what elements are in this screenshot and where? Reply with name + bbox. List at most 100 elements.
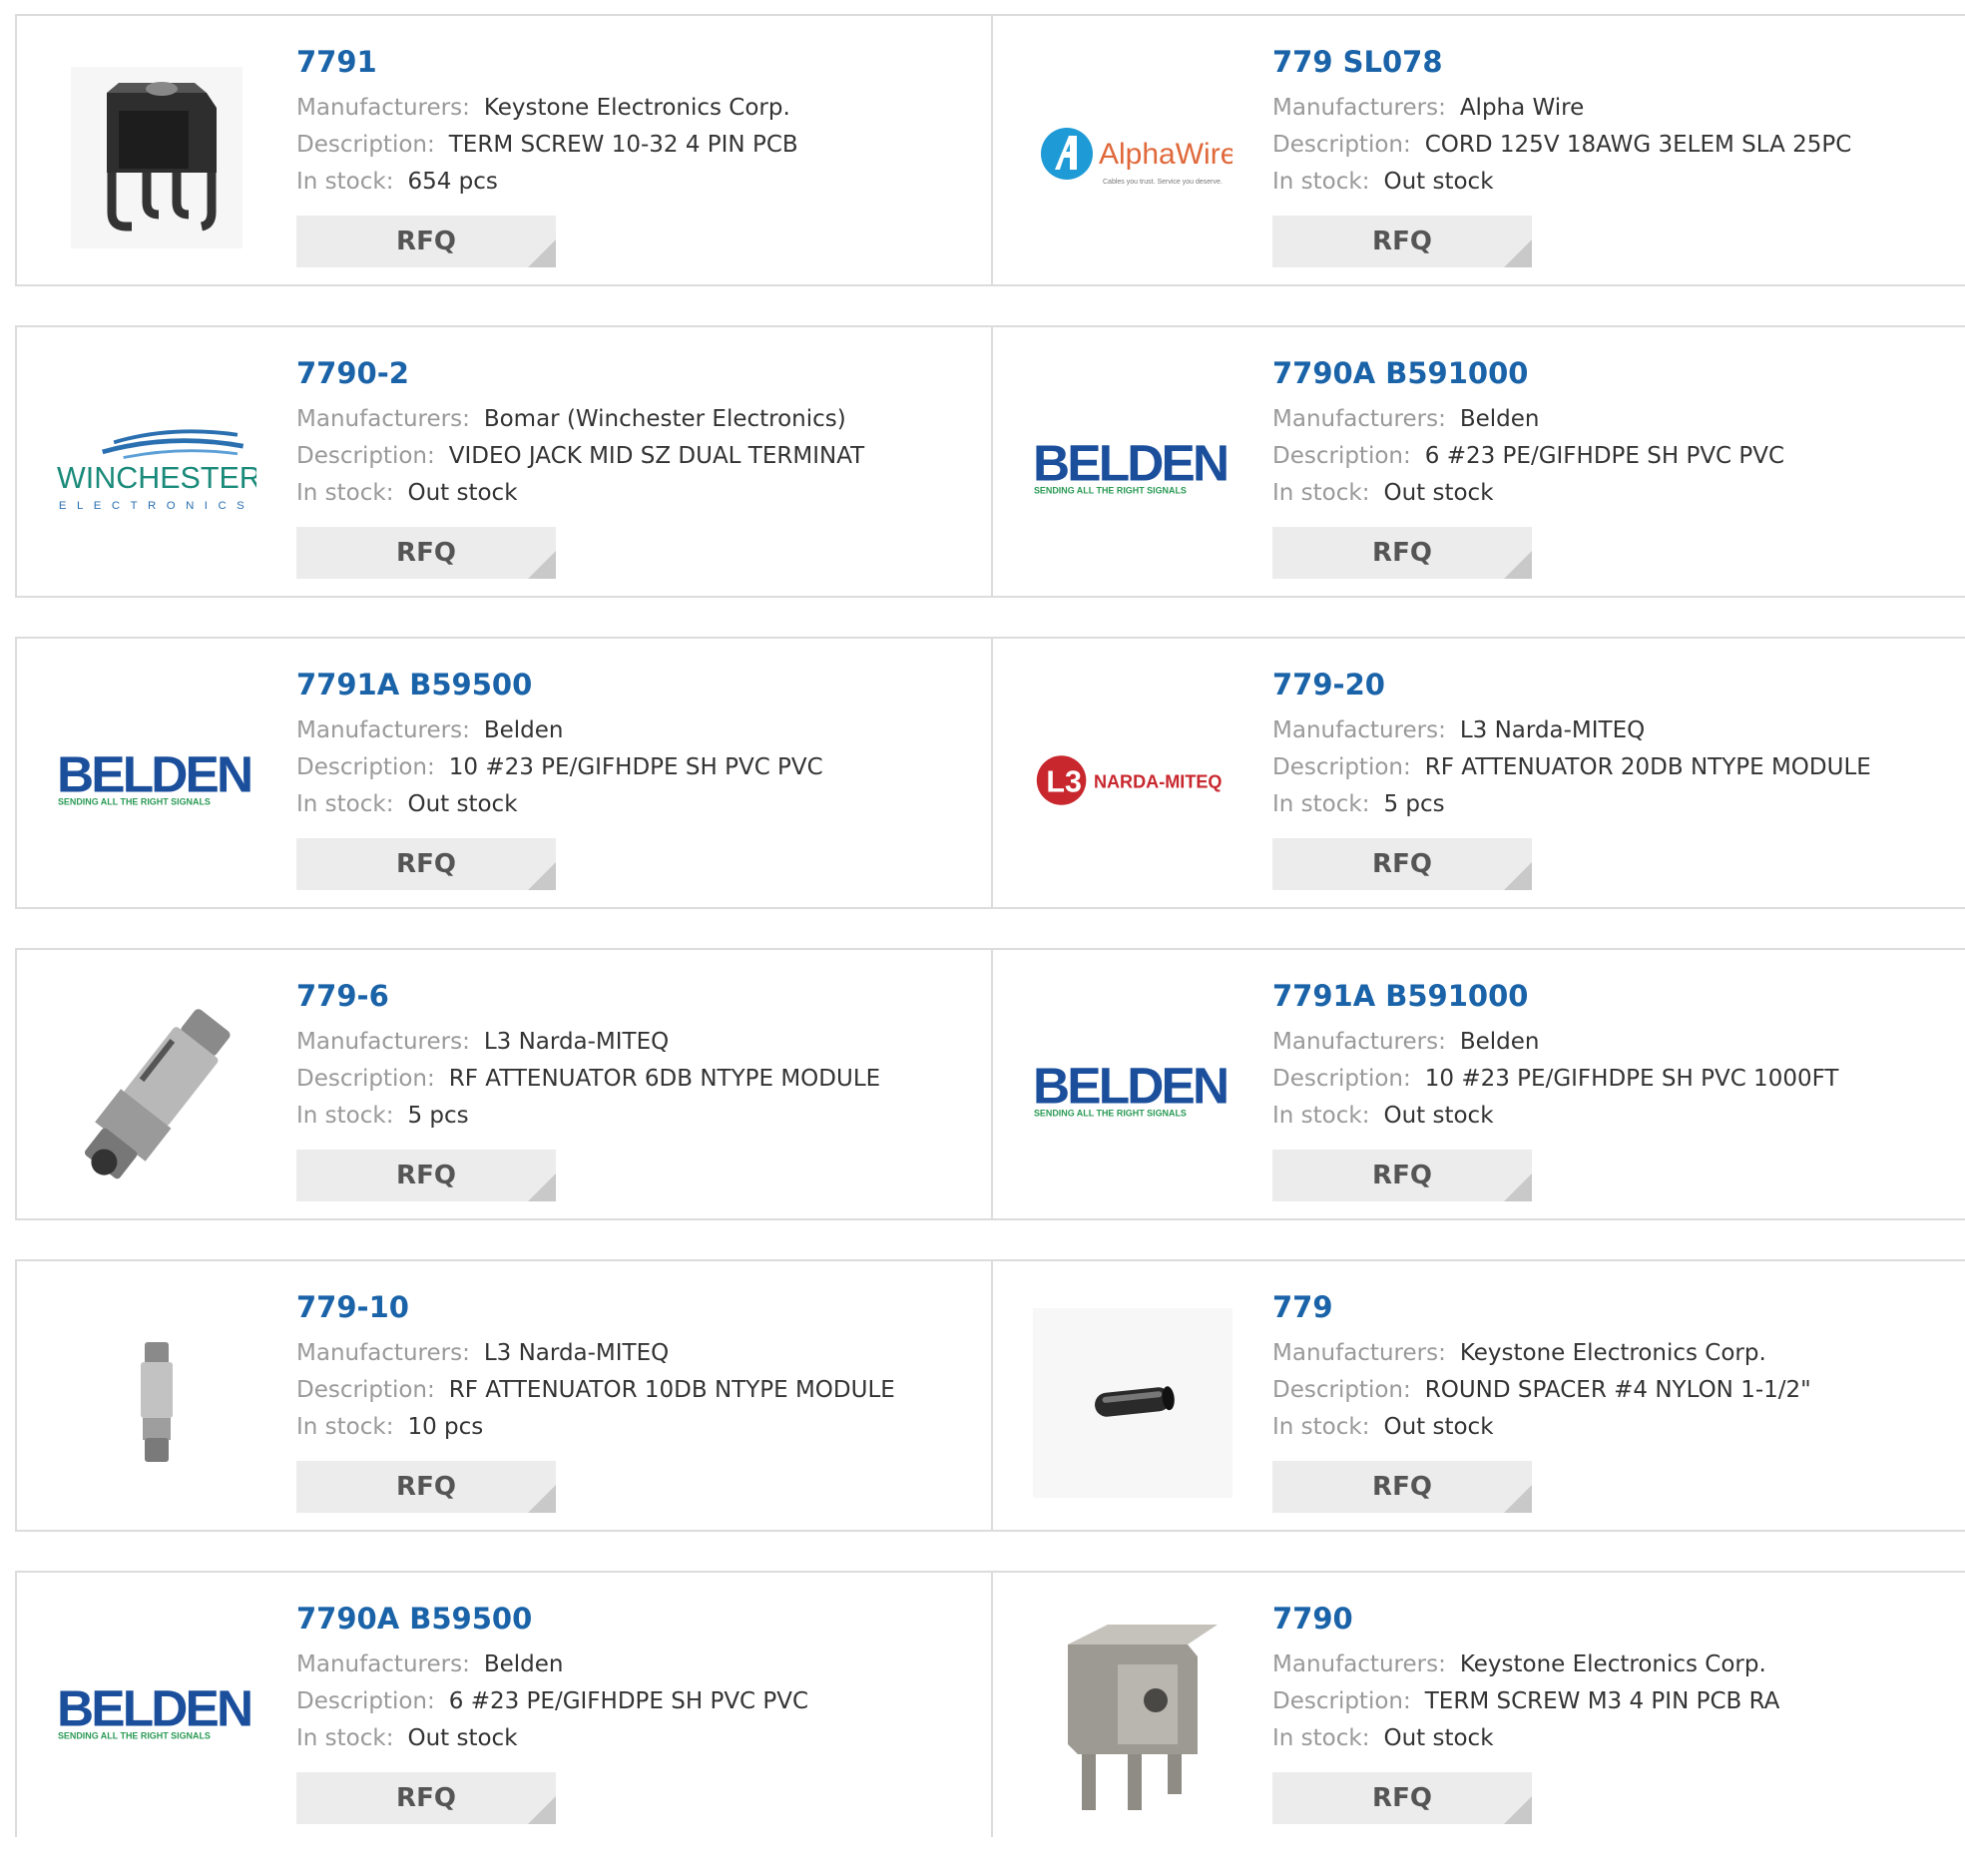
manufacturer-value: Belden <box>1459 1029 1540 1055</box>
alphawire-logo-tagline: Cables you trust. Service you deserve. <box>1103 179 1223 186</box>
stock-value: 10 pcs <box>407 1414 484 1440</box>
rfq-button[interactable]: RFQ <box>296 1150 556 1201</box>
stock-line: In stock: Out stock <box>1272 164 1945 201</box>
product-image-terminal-photo[interactable] <box>57 58 256 257</box>
description-line: Description: ROUND SPACER #4 NYLON 1-1/2" <box>1272 1372 1945 1409</box>
description-label: Description: <box>1272 754 1411 780</box>
description-line: Description: RF ATTENUATOR 10DB NTYPE MOD… <box>296 1372 971 1409</box>
description-value: CORD 125V 18AWG 3ELEM SLA 25PC <box>1424 132 1852 158</box>
stock-label: In stock: <box>296 480 394 506</box>
stock-line: In stock: Out stock <box>1272 1720 1945 1757</box>
manufacturer-label: Manufacturers: <box>1272 1029 1446 1055</box>
product-row: 779-10 Manufacturers: L3 Narda-MITEQ Desc… <box>15 1259 1965 1532</box>
description-line: Description: 6 #23 PE/GIFHDPE SH PVC PVC <box>296 1683 971 1720</box>
stock-label: In stock: <box>296 169 394 195</box>
part-number-link[interactable]: 7791A B591000 <box>1272 978 1945 1014</box>
rfq-button[interactable]: RFQ <box>1272 838 1532 890</box>
product-image-belden-logo[interactable]: BELDEN SENDING ALL THE RIGHT SIGNALS <box>1033 369 1232 569</box>
stock-label: In stock: <box>1272 480 1370 506</box>
rfq-button[interactable]: RFQ <box>1272 1461 1532 1513</box>
part-number-link[interactable]: 7791 <box>296 44 971 80</box>
part-number-link[interactable]: 7791A B59500 <box>296 667 971 703</box>
product-image-l3-logo[interactable]: L3 NARDA-MITEQ <box>1033 681 1232 880</box>
product-image-bracket-photo[interactable] <box>1033 1615 1232 1814</box>
rfq-corner-decoration <box>1504 551 1532 579</box>
stock-line: In stock: Out stock <box>1272 1098 1945 1135</box>
product-image-belden-logo[interactable]: BELDEN SENDING ALL THE RIGHT SIGNALS <box>57 681 256 880</box>
part-number-link[interactable]: 779-6 <box>296 978 971 1014</box>
rfq-corner-decoration <box>1504 1485 1532 1513</box>
product-image-belden-logo[interactable]: BELDEN SENDING ALL THE RIGHT SIGNALS <box>1033 992 1232 1191</box>
manufacturer-value: Belden <box>1459 406 1540 432</box>
rfq-button[interactable]: RFQ <box>1272 1772 1532 1824</box>
stock-line: In stock: Out stock <box>296 786 971 823</box>
product-image-attenuator-photo[interactable] <box>57 992 256 1191</box>
product-image-alphawire-logo[interactable]: AlphaWire Cables you trust. Service you … <box>1033 58 1232 257</box>
product-card: AlphaWire Cables you trust. Service you … <box>991 16 1965 284</box>
rfq-corner-decoration <box>528 551 556 579</box>
manufacturer-label: Manufacturers: <box>1272 1651 1446 1677</box>
manufacturer-value: Alpha Wire <box>1459 95 1585 121</box>
manufacturer-value: Keystone Electronics Corp. <box>483 95 790 121</box>
product-row: WINCHESTER ELECTRONICS 7790-2 Manufactur… <box>15 325 1965 598</box>
rfq-button[interactable]: RFQ <box>296 1772 556 1824</box>
stock-line: In stock: 10 pcs <box>296 1409 971 1446</box>
description-label: Description: <box>1272 132 1411 158</box>
product-row: 7791 Manufacturers: Keystone Electronics … <box>15 14 1965 286</box>
description-value: 10 #23 PE/GIFHDPE SH PVC PVC <box>448 754 823 780</box>
belden-logo-tagline: SENDING ALL THE RIGHT SIGNALS <box>1034 486 1187 496</box>
rfq-button-label: RFQ <box>1372 1161 1432 1190</box>
manufacturer-label: Manufacturers: <box>296 1651 470 1677</box>
manufacturer-value: L3 Narda-MITEQ <box>483 1340 670 1366</box>
description-value: RF ATTENUATOR 10DB NTYPE MODULE <box>448 1377 895 1403</box>
rfq-corner-decoration <box>528 1485 556 1513</box>
product-card: 779-6 Manufacturers: L3 Narda-MITEQ Descr… <box>17 950 991 1218</box>
description-line: Description: RF ATTENUATOR 6DB NTYPE MODU… <box>296 1061 971 1098</box>
product-image-spacer-photo[interactable] <box>1033 1303 1232 1503</box>
part-number-link[interactable]: 779-20 <box>1272 667 1945 703</box>
rfq-button[interactable]: RFQ <box>296 216 556 267</box>
belden-logo-text: BELDEN <box>57 1678 250 1736</box>
rfq-corner-decoration <box>1504 862 1532 890</box>
rfq-button[interactable]: RFQ <box>1272 216 1532 267</box>
manufacturer-value: Keystone Electronics Corp. <box>1459 1651 1766 1677</box>
description-line: Description: TERM SCREW 10-32 4 PIN PCB <box>296 127 971 164</box>
l3-logo-mark: L3 <box>1046 764 1082 798</box>
belden-logo-tagline: SENDING ALL THE RIGHT SIGNALS <box>58 1731 211 1741</box>
rfq-button-label: RFQ <box>396 849 456 879</box>
stock-value: Out stock <box>1383 169 1494 195</box>
description-value: 6 #23 PE/GIFHDPE SH PVC PVC <box>1424 443 1785 469</box>
stock-label: In stock: <box>1272 1103 1370 1129</box>
product-card: WINCHESTER ELECTRONICS 7790-2 Manufactur… <box>17 327 991 596</box>
product-card: 779 Manufacturers: Keystone Electronics C… <box>991 1261 1965 1530</box>
product-card: 7791 Manufacturers: Keystone Electronics … <box>17 16 991 284</box>
manufacturer-label: Manufacturers: <box>1272 1340 1446 1366</box>
rfq-button[interactable]: RFQ <box>296 1461 556 1513</box>
description-line: Description: 10 #23 PE/GIFHDPE SH PVC 100… <box>1272 1061 1945 1098</box>
description-line: Description: VIDEO JACK MID SZ DUAL TERMI… <box>296 438 971 475</box>
product-image-small-attenuator-photo[interactable] <box>57 1303 256 1503</box>
part-number-link[interactable]: 7790 <box>1272 1601 1945 1637</box>
manufacturer-line: Manufacturers: L3 Narda-MITEQ <box>1272 712 1945 749</box>
manufacturer-value: Belden <box>483 717 564 743</box>
part-number-link[interactable]: 7790A B591000 <box>1272 355 1945 391</box>
part-number-link[interactable]: 7790A B59500 <box>296 1601 971 1637</box>
product-image-belden-logo[interactable]: BELDEN SENDING ALL THE RIGHT SIGNALS <box>57 1615 256 1814</box>
rfq-button[interactable]: RFQ <box>1272 527 1532 579</box>
part-number-link[interactable]: 7790-2 <box>296 355 971 391</box>
part-number-link[interactable]: 779-10 <box>296 1289 971 1325</box>
description-label: Description: <box>296 1066 435 1092</box>
part-number-link[interactable]: 779 <box>1272 1289 1945 1325</box>
stock-value: Out stock <box>1383 1414 1494 1440</box>
manufacturer-line: Manufacturers: Keystone Electronics Corp. <box>1272 1335 1945 1372</box>
rfq-button-label: RFQ <box>1372 227 1432 256</box>
description-value: 10 #23 PE/GIFHDPE SH PVC 1000FT <box>1424 1066 1839 1092</box>
rfq-button[interactable]: RFQ <box>1272 1150 1532 1201</box>
rfq-button[interactable]: RFQ <box>296 527 556 579</box>
description-value: TERM SCREW 10-32 4 PIN PCB <box>448 132 798 158</box>
manufacturer-value: L3 Narda-MITEQ <box>483 1029 670 1055</box>
product-image-winchester-logo[interactable]: WINCHESTER ELECTRONICS <box>57 369 256 569</box>
part-number-link[interactable]: 779 SL078 <box>1272 44 1945 80</box>
manufacturer-line: Manufacturers: Belden <box>296 1646 971 1683</box>
rfq-button[interactable]: RFQ <box>296 838 556 890</box>
